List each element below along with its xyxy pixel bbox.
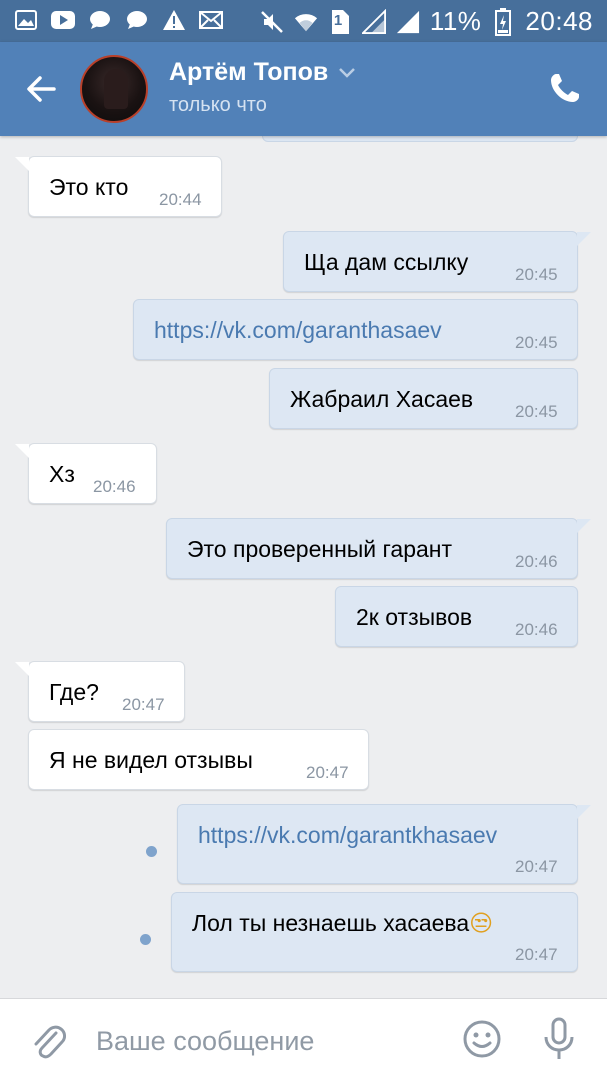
message-outgoing[interactable]: 2к отзывов 20:46	[335, 586, 578, 647]
message-text-wrap: Лол ты незнаешь хасаева😒	[192, 910, 493, 937]
message-outgoing[interactable]: Ща дам ссылку 20:45	[283, 231, 578, 292]
message-time: 20:45	[515, 265, 558, 284]
message-incoming[interactable]: Это кто 20:44	[28, 156, 222, 217]
bubble-tail	[15, 662, 29, 676]
message-link[interactable]: https://vk.com/garanthasaev	[154, 317, 442, 344]
message-time: 20:45	[515, 333, 558, 352]
gallery-icon	[14, 9, 38, 31]
message-time: 20:46	[515, 552, 558, 571]
message-time: 20:45	[515, 402, 558, 421]
message-text: Хз	[49, 461, 75, 487]
message-incoming[interactable]: Где? 20:47	[28, 661, 185, 722]
message-outgoing[interactable]: https://vk.com/garanthasaev 20:45	[133, 299, 578, 360]
paperclip-icon[interactable]	[30, 1021, 66, 1061]
contact-status: только что	[169, 94, 267, 116]
unread-dot	[140, 934, 151, 945]
wifi-icon	[294, 8, 318, 36]
message-input[interactable]	[96, 1021, 426, 1061]
sim-number: 1	[333, 11, 343, 29]
warning-icon	[162, 9, 186, 31]
sim-icon: 1	[328, 8, 352, 36]
emoji-icon[interactable]	[462, 1019, 502, 1059]
message-time: 20:46	[515, 620, 558, 639]
message-text: Это проверенный гарант	[187, 536, 453, 562]
message-link[interactable]: https://vk.com/garantkhasaev	[198, 822, 497, 849]
status-bar: 1 11% 20:48	[0, 0, 607, 42]
message-text: Лол ты незнаешь хасаева	[192, 910, 470, 936]
message-incoming[interactable]: Хз 20:46	[28, 443, 157, 504]
chevron-down-icon	[339, 67, 356, 78]
message-incoming[interactable]: Я не видел отзывы 20:47	[28, 729, 369, 790]
message-text: Жабраил Хасаев	[290, 386, 474, 412]
battery-icon	[491, 7, 515, 36]
mail-icon	[199, 9, 223, 31]
message-text: Ща дам ссылку	[304, 249, 469, 275]
youtube-icon	[51, 9, 75, 31]
message-outgoing[interactable]: Это проверенный гарант 20:46	[166, 518, 578, 579]
message-time: 20:47	[515, 945, 558, 964]
unamused-face-icon: 😒	[469, 911, 494, 937]
chat-header: Артём Топов только что	[0, 42, 607, 136]
message-outgoing[interactable]: Жабраил Хасаев 20:45	[269, 368, 578, 429]
mute-icon	[260, 8, 284, 36]
bubble-tail	[577, 519, 591, 533]
battery-percent: 11%	[429, 6, 482, 36]
back-arrow-icon[interactable]	[24, 72, 58, 106]
message-text: 2к отзывов	[356, 604, 473, 630]
avatar[interactable]	[80, 55, 148, 123]
phone-icon[interactable]	[549, 72, 581, 104]
message-outgoing[interactable]: Лол ты незнаешь хасаева😒 20:47	[171, 892, 578, 972]
signal-icon	[361, 8, 386, 36]
message-time: 20:47	[122, 695, 165, 714]
message-text: Где?	[49, 679, 99, 705]
message-time: 20:47	[306, 763, 349, 782]
contact-name: Артём Топов	[169, 58, 329, 86]
message-time: 20:46	[93, 477, 136, 496]
message-composer	[0, 998, 607, 1080]
clock: 20:48	[525, 6, 593, 36]
bubble-tail	[15, 444, 29, 458]
message-outgoing[interactable]: https://vk.com/garantkhasaev 20:47	[177, 804, 578, 884]
unread-dot	[146, 846, 157, 857]
message-text: Я не видел отзывы	[49, 747, 253, 773]
chat-icon	[125, 9, 149, 31]
microphone-icon[interactable]	[541, 1017, 577, 1061]
message-time: 20:47	[515, 857, 558, 876]
chat-icon	[88, 9, 112, 31]
bubble-tail	[15, 157, 29, 171]
contact-name-button[interactable]: Артём Топов	[169, 58, 356, 87]
previous-message-edge	[262, 136, 578, 142]
message-time: 20:44	[159, 190, 202, 209]
message-text: Это кто	[49, 174, 129, 200]
bubble-tail	[577, 232, 591, 246]
bubble-tail	[577, 805, 591, 819]
message-list[interactable]: Это кто 20:44 Ща дам ссылку 20:45 https:…	[0, 136, 607, 998]
signal-icon	[396, 8, 420, 36]
